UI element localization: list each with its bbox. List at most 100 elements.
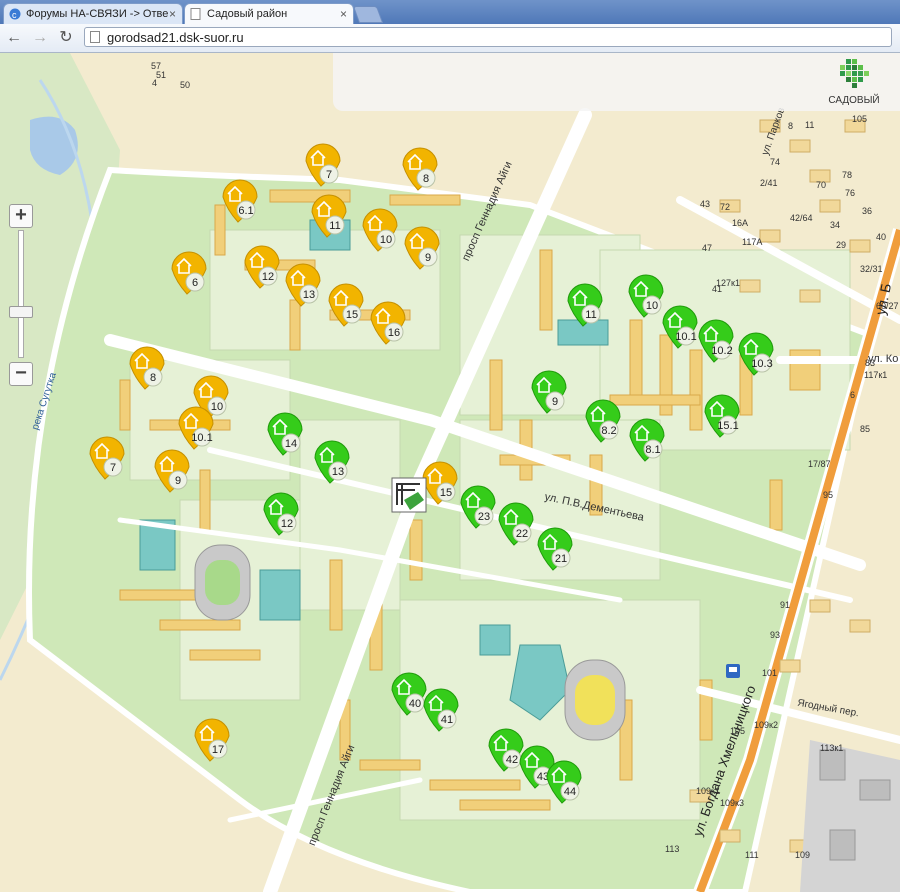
house-number-label: 113 <box>665 844 679 854</box>
address-bar[interactable]: gorodsad21.dsk-suor.ru <box>84 27 892 47</box>
sadovy-logo[interactable]: САДОВЫЙ <box>824 57 884 109</box>
house-number-label: 70 <box>816 180 826 190</box>
house-number-label: 17/87 <box>808 459 831 469</box>
built-house-number: 8 <box>423 173 429 185</box>
tab-bar: c Форумы НА-СВЯЗИ -> Отве × Садовый райо… <box>0 0 900 24</box>
house-number-label: 105 <box>852 114 867 124</box>
built-house-number: 10 <box>211 401 223 413</box>
planned-house-number: 11 <box>585 309 596 321</box>
house-number-label: 117А <box>742 237 762 247</box>
built-house-number: 15 <box>440 487 452 499</box>
house-number-label: 47 <box>702 243 712 253</box>
tab-forum[interactable]: c Форумы НА-СВЯЗИ -> Отве × <box>3 3 183 24</box>
page-favicon-icon <box>190 8 202 20</box>
house-number-label: 29 <box>836 240 846 250</box>
planned-house-number: 14 <box>285 438 297 450</box>
house-number-label: 8 <box>788 121 793 131</box>
zoom-control: + − <box>9 204 35 390</box>
house-number-label: 91 <box>780 600 790 610</box>
house-number-label: 2/41 <box>760 178 778 188</box>
house-number-label: 16А <box>732 218 748 228</box>
built-house-number: 10.1 <box>191 432 212 444</box>
tab-close-icon[interactable]: × <box>340 7 347 21</box>
built-house-number: 11 <box>329 220 340 232</box>
zoom-out-button[interactable]: − <box>9 362 33 386</box>
built-house-number: 16 <box>388 327 400 339</box>
planned-house-number: 23 <box>478 511 490 523</box>
tab-close-icon[interactable]: × <box>169 7 176 21</box>
map-canvas[interactable]: 7 8 6.1 11 10 9 6 12 13 15 16 8 10 10.1 7 9 15 17 11 10 10.1… <box>0 53 900 892</box>
house-number-label: 127к1 <box>716 278 740 288</box>
construction-crane-icon[interactable] <box>391 477 427 513</box>
house-number-label: 109к3 <box>720 798 744 808</box>
built-house-number: 6 <box>192 277 198 289</box>
zoom-in-button[interactable]: + <box>9 204 33 228</box>
planned-house-number: 12 <box>281 518 293 530</box>
house-number-label: 72 <box>720 202 730 212</box>
planned-house-number: 42 <box>506 754 518 766</box>
built-house-number: 8 <box>150 372 156 384</box>
logo-panel: САДОВЫЙ <box>333 53 900 111</box>
forward-arrow-icon[interactable]: → <box>30 28 50 48</box>
planned-house-number: 44 <box>564 786 576 798</box>
street-label-ul-ko: ул. Ко <box>868 353 899 365</box>
house-number-label: 51 <box>156 70 166 80</box>
built-house-number: 13 <box>303 289 315 301</box>
house-number-label: 36 <box>862 206 872 216</box>
browser-toolbar: ← → ↻ gorodsad21.dsk-suor.ru <box>0 24 900 53</box>
house-number-label: 11 <box>805 120 814 130</box>
zoom-slider-track[interactable] <box>18 230 24 358</box>
planned-house-number: 8.2 <box>601 425 616 437</box>
house-number-label: 101 <box>762 668 777 678</box>
bus-stop-icon[interactable] <box>726 664 740 678</box>
house-number-label: 34 <box>830 220 840 230</box>
house-number-label: 95 <box>823 490 833 500</box>
new-tab-button[interactable] <box>352 6 384 23</box>
house-number-label: 76 <box>845 188 855 198</box>
built-house-number: 7 <box>110 462 116 474</box>
house-number-label: 117к1 <box>864 370 887 380</box>
planned-house-number: 22 <box>516 528 528 540</box>
built-house-number: 15 <box>346 309 358 321</box>
planned-house-number: 8.1 <box>645 444 660 456</box>
house-number-label: 40 <box>876 232 886 242</box>
built-house-number: 9 <box>175 475 181 487</box>
built-house-number: 6.1 <box>238 205 253 217</box>
zoom-slider-handle[interactable] <box>9 306 33 318</box>
planned-house-number: 13 <box>332 466 344 478</box>
planned-house-number: 21 <box>555 553 567 565</box>
planned-house-number: 10.3 <box>751 358 772 370</box>
planned-house-number: 15.1 <box>717 420 738 432</box>
tab-forum-title: Форумы НА-СВЯЗИ -> Отве <box>26 8 169 20</box>
planned-house-number: 9 <box>552 396 558 408</box>
house-number-label: 111 <box>745 850 759 860</box>
house-number-label: 113к1 <box>820 743 843 753</box>
forum-favicon-icon: c <box>9 8 21 20</box>
house-number-label: 43 <box>700 199 710 209</box>
house-number-label: 109 <box>795 850 810 860</box>
url-text: gorodsad21.dsk-suor.ru <box>107 30 244 45</box>
house-number-label: 85 <box>860 424 870 434</box>
back-arrow-icon[interactable]: ← <box>4 28 24 48</box>
planned-house-number: 10 <box>646 300 658 312</box>
house-number-label: 6 <box>850 390 855 400</box>
house-number-label: 78 <box>842 170 852 180</box>
house-number-label: 50 <box>180 80 190 90</box>
tab-sadovy[interactable]: Садовый район × <box>184 3 354 24</box>
reload-icon[interactable]: ↻ <box>56 28 76 48</box>
pixel-tree-icon <box>840 59 869 88</box>
built-house-number: 12 <box>262 271 274 283</box>
page-icon <box>90 31 100 43</box>
built-house-number: 7 <box>326 169 332 181</box>
house-number-label: 4 <box>152 78 157 88</box>
house-number-label: 42/64 <box>790 213 813 223</box>
built-house-number: 17 <box>212 744 224 756</box>
house-number-label: 74 <box>770 157 780 167</box>
planned-house-number: 40 <box>409 698 421 710</box>
svg-text:c: c <box>12 10 17 20</box>
planned-house-number: 10.2 <box>711 345 732 357</box>
planned-house-number: 10.1 <box>675 331 696 343</box>
built-house-number: 10 <box>380 234 392 246</box>
house-number-label: 32/31 <box>860 264 883 274</box>
planned-house-number: 41 <box>441 714 453 726</box>
